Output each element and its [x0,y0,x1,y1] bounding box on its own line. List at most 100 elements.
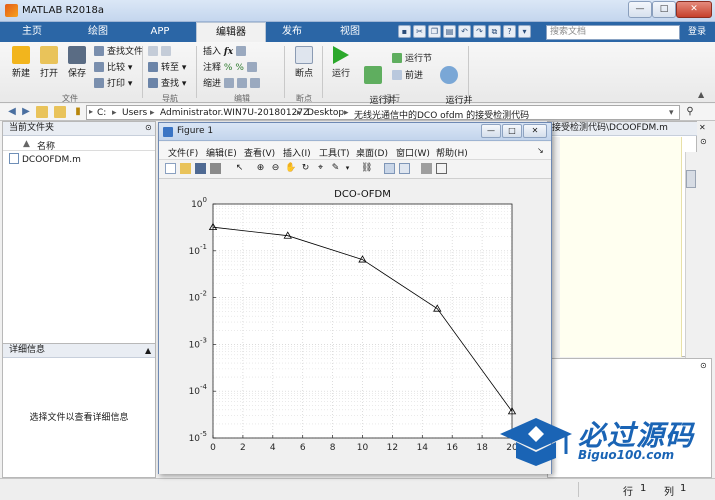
crumb-drive[interactable]: C: [97,108,106,118]
print-figure-icon[interactable] [210,163,221,174]
tab-publish[interactable]: 发布 [266,22,318,42]
figure-close-button[interactable]: ✕ [523,124,547,138]
brush-dropdown-icon[interactable]: ▾ [342,163,353,174]
menu-insert[interactable]: 插入(I) [283,146,311,159]
advance-button[interactable]: 前进 [392,69,423,83]
smart-indent-icon[interactable] [223,78,234,88]
wrap-comments-icon[interactable] [246,62,257,72]
data-cursor-icon[interactable]: ⌖ [315,163,326,174]
cut-icon[interactable]: ✂ [413,25,426,38]
find-button[interactable]: 查找 ▾ [148,77,186,91]
goto-button[interactable]: 转至 ▾ [148,61,186,75]
menu-desktop[interactable]: 桌面(D) [356,146,388,159]
comment-button[interactable]: 注释 % % [203,61,260,75]
colorbar-icon[interactable] [384,163,395,174]
brush-icon[interactable]: ✎ [330,163,341,174]
search-folder-icon[interactable]: ⚲ [684,106,696,118]
editor-panel: 接受检测代码\DCOOFDM.m [547,121,698,357]
save-icon[interactable]: ▪ [398,25,411,38]
panel-actions-icon[interactable]: ⊙ [145,123,152,132]
tab-view[interactable]: 视图 [324,22,376,42]
login-button[interactable]: 登录 [684,25,710,40]
tab-apps[interactable]: APP [134,22,186,42]
open-button[interactable]: 打开 [36,46,62,79]
pan-icon[interactable]: ✋ [285,163,296,174]
qat-dropdown-icon[interactable]: ▾ [518,25,531,38]
figure-dock-icon[interactable]: ↘ [537,146,544,155]
minimize-button[interactable]: — [628,1,652,18]
crumb-user-folder[interactable]: Administrator.WIN7U-20180127Z [160,108,309,118]
sort-icon[interactable]: ▲ [23,139,30,149]
breakpoints-button[interactable]: 断点 [290,46,318,79]
uncomment-icon[interactable]: % [235,63,244,73]
up-folder-icon[interactable] [36,106,48,118]
editor-scroll-thumb[interactable] [686,170,696,188]
search-documentation-input[interactable]: 搜索文档 [546,25,680,40]
menu-view[interactable]: 查看(V) [244,146,275,159]
print-button[interactable]: 打印 ▾ [94,77,132,91]
name-column-header[interactable]: 名称 [37,139,55,152]
collapse-details-icon[interactable]: ▲ [145,346,151,355]
back-forward-buttons[interactable] [148,45,174,59]
percent-icon[interactable]: % [224,63,233,73]
run-section-button[interactable]: 运行节 [392,52,432,66]
save-button[interactable]: 保存 [64,46,90,79]
help-icon[interactable]: ? [503,25,516,38]
current-folder-path[interactable]: ▸ C: ▸ Users ▸ Administrator.WIN7U-20180… [86,105,680,121]
link-plot-icon[interactable]: ⛓ [361,163,372,174]
hide-plot-tools-icon[interactable] [421,163,432,174]
back-arrow-icon[interactable]: ◀ [6,106,18,118]
zoom-out-icon[interactable]: ⊖ [270,163,281,174]
rotate-3d-icon[interactable]: ↻ [300,163,311,174]
path-dropdown-icon[interactable]: ▾ [669,108,674,118]
edit-plot-icon[interactable]: ↖ [234,163,245,174]
close-button[interactable]: ✕ [676,1,712,18]
legend-icon[interactable] [399,163,410,174]
menu-tools[interactable]: 工具(T) [319,146,350,159]
menu-edit[interactable]: 编辑(E) [206,146,237,159]
increase-indent-icon[interactable] [236,78,247,88]
switch-windows-icon[interactable]: ⧉ [488,25,501,38]
figure-maximize-button[interactable]: □ [502,124,522,138]
compare-label: 比较 [107,63,126,73]
editor-code-area[interactable] [560,137,682,357]
show-plot-tools-icon[interactable] [436,163,447,174]
maximize-button[interactable]: □ [652,1,676,18]
paste-icon[interactable]: ▤ [443,25,456,38]
file-list-item[interactable]: DCOOFDM.m [9,153,81,165]
forward-arrow-icon[interactable]: ▶ [20,106,32,118]
crumb-users[interactable]: Users [122,108,147,118]
zoom-in-icon[interactable]: ⊕ [255,163,266,174]
fx-icon[interactable]: fx [224,47,233,57]
new-figure-icon[interactable] [165,163,176,174]
find-files-button[interactable]: 查找文件 [94,45,143,59]
browse-folder-icon[interactable] [54,106,66,118]
menu-file[interactable]: 文件(F) [168,146,198,159]
editor-file-tab[interactable]: 接受检测代码\DCOOFDM.m [548,122,698,136]
tab-plots[interactable]: 绘图 [70,22,126,42]
insert-button[interactable]: 插入 fx [203,45,249,59]
decrease-indent-icon[interactable] [249,78,260,88]
compare-button[interactable]: 比较 ▾ [94,61,132,75]
collapse-ribbon-icon[interactable]: ▲ [698,90,704,99]
editor-close-icon[interactable]: ✕ [699,123,706,132]
menu-help[interactable]: 帮助(H) [436,146,468,159]
tab-editor[interactable]: 编辑器 [196,22,266,42]
crumb-project-folder[interactable]: 无线光通信中的DCO ofdm 的接受检测代码 [354,108,529,121]
run-button[interactable]: 运行 [328,46,354,79]
menu-window[interactable]: 窗口(W) [396,146,430,159]
figure-minimize-button[interactable]: — [481,124,501,138]
command-window-actions-icon[interactable]: ⊙ [700,361,707,370]
insert-more-icon[interactable] [236,46,247,56]
indent-button[interactable]: 缩进 [203,77,263,91]
undo-icon[interactable]: ↶ [458,25,471,38]
save-figure-icon[interactable] [195,163,206,174]
tab-home[interactable]: 主页 [6,22,58,42]
new-button[interactable]: 新建 [8,46,34,79]
redo-icon[interactable]: ↷ [473,25,486,38]
crumb-desktop[interactable]: Desktop [307,108,344,118]
editor-side-strip: ✕ ⊙ [697,121,712,358]
open-file-icon[interactable] [180,163,191,174]
copy-icon[interactable]: ❐ [428,25,441,38]
editor-actions-icon[interactable]: ⊙ [700,137,707,146]
